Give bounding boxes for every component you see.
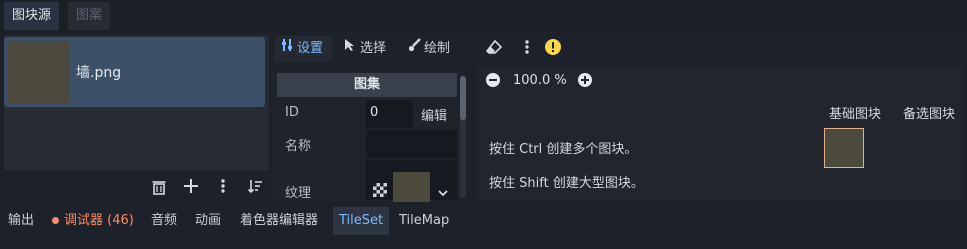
checker-texture-icon — [372, 183, 388, 199]
tab-shader-editor[interactable]: 着色器编辑器 — [240, 207, 318, 235]
tools-icon — [281, 36, 297, 62]
tab-tileset[interactable]: TileSet — [333, 207, 390, 235]
select-mode-label: 选择 — [360, 41, 387, 56]
zoom-in-icon[interactable] — [576, 72, 594, 90]
alternative-tiles-header: 备选图块 — [903, 107, 956, 122]
id-label: ID — [285, 105, 299, 120]
brush-icon — [408, 36, 424, 62]
tab-audio[interactable]: 音频 — [151, 207, 177, 235]
more-options-icon[interactable] — [517, 39, 537, 59]
plus-icon[interactable] — [181, 178, 201, 198]
warning-icon[interactable] — [543, 38, 563, 58]
debugger-label: 调试器 (46) — [64, 213, 134, 228]
paint-mode-label: 绘制 — [424, 41, 451, 56]
hint-ctrl: 按住 Ctrl 创建多个图块。 — [489, 142, 638, 157]
name-label: 名称 — [285, 139, 312, 154]
name-input[interactable] — [366, 130, 457, 158]
bottom-panel-bar — [0, 206, 967, 249]
tile-preview[interactable] — [824, 128, 864, 168]
base-tiles-header: 基础图块 — [829, 107, 882, 122]
trash-icon[interactable] — [149, 179, 169, 199]
source-thumbnail — [8, 41, 70, 103]
error-dot-icon — [52, 217, 59, 224]
tab-output[interactable]: 输出 — [8, 207, 34, 235]
chevron-down-icon[interactable] — [436, 184, 450, 198]
paint-mode-button[interactable]: 绘制 — [408, 36, 450, 62]
source-item-name: 墙.png — [76, 65, 122, 81]
texture-label: 纹理 — [285, 186, 312, 201]
vertical-dots-icon[interactable] — [213, 178, 233, 198]
edit-id-button[interactable]: 编辑 — [421, 105, 447, 124]
setup-mode-label: 设置 — [297, 41, 324, 56]
setup-mode-button[interactable]: 设置 — [275, 36, 332, 62]
tab-debugger[interactable]: 调试器 (46) — [52, 207, 134, 235]
tab-tilemap[interactable]: TileMap — [399, 207, 449, 235]
hint-shift: 按住 Shift 创建大型图块。 — [489, 176, 644, 191]
top-tab-bar — [0, 0, 967, 32]
zoom-out-icon[interactable] — [484, 72, 502, 90]
inspector-scroll-thumb[interactable] — [460, 76, 466, 120]
atlas-section-header[interactable]: 图集 — [277, 73, 457, 97]
eraser-icon[interactable] — [484, 39, 504, 59]
sort-icon[interactable] — [245, 178, 265, 198]
select-mode-button[interactable]: 选择 — [344, 36, 386, 62]
pointer-icon — [344, 36, 360, 62]
texture-thumbnail — [393, 172, 430, 202]
tab-patterns[interactable]: 图案 — [68, 2, 111, 30]
zoom-level[interactable]: 100.0 % — [513, 73, 567, 88]
tab-tile-sources[interactable]: 图块源 — [4, 2, 60, 30]
id-value: 0 — [370, 105, 379, 120]
tab-animation[interactable]: 动画 — [195, 207, 221, 235]
